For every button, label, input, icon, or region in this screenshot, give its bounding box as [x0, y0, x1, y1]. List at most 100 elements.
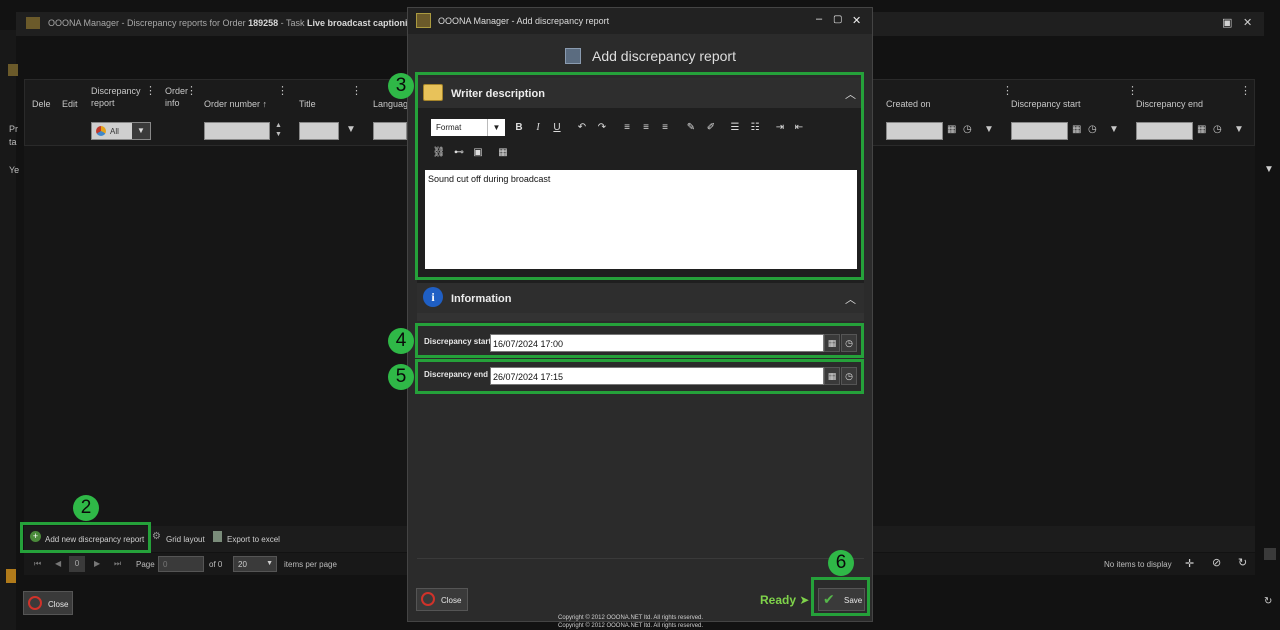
highlight-writer-description	[415, 72, 864, 280]
clock-icon[interactable]: ◷	[1213, 124, 1222, 135]
chevron-down-icon: ▼	[266, 560, 273, 567]
stepper-icon[interactable]: ▲ ▼	[275, 121, 282, 139]
column-menu-icon[interactable]: ⋮	[1240, 84, 1251, 97]
side-refresh-icon[interactable]: ↻	[1264, 596, 1272, 607]
minimize-icon[interactable]: –	[816, 13, 822, 25]
copyright-text: Copyright © 2012 OOONA.NET ltd. All righ…	[558, 614, 703, 630]
dialog-header: Add discrepancy report	[592, 48, 736, 64]
created-on-filter[interactable]	[886, 122, 943, 140]
column-title[interactable]: Title	[299, 98, 316, 110]
column-menu-icon[interactable]: ⋮	[277, 84, 288, 97]
language-filter[interactable]	[373, 122, 407, 140]
copyright-line: Copyright © 2012 OOONA.NET ltd. All righ…	[558, 623, 704, 629]
column-menu-icon[interactable]: ⋮	[1002, 84, 1013, 97]
bg-close-icon[interactable]: ✕	[1243, 16, 1252, 29]
current-page[interactable]: 0	[69, 556, 85, 572]
column-menu-icon[interactable]: ⋮	[186, 84, 197, 97]
pie-icon	[96, 126, 106, 136]
side-label: ta	[9, 137, 17, 147]
of-label: of 0	[209, 560, 223, 569]
ready-label: Ready ➤	[760, 593, 810, 607]
column-order-number[interactable]: Order number ↑	[204, 98, 267, 110]
filter-icon[interactable]: ▼	[1109, 124, 1119, 135]
section-divider	[417, 313, 864, 321]
dialog-close-label: Close	[441, 596, 462, 605]
step-badge-4: 4	[388, 328, 414, 354]
chevron-down-icon[interactable]: ▼	[132, 123, 150, 139]
highlight-add-report	[20, 522, 151, 553]
highlight-discrepancy-start	[415, 323, 864, 358]
app-logo-icon	[416, 13, 431, 28]
page-label: Page	[136, 560, 155, 569]
chevron-up-icon[interactable]: ︿	[845, 291, 856, 307]
calendar-icon[interactable]: ▦	[947, 124, 956, 135]
grid-layout-button[interactable]: Grid layout	[166, 535, 205, 544]
side-scroll-button[interactable]	[1264, 548, 1276, 560]
highlight-discrepancy-end	[415, 359, 864, 394]
information-body-border	[417, 393, 864, 559]
column-language[interactable]: Languag	[373, 98, 408, 110]
no-items-label: No items to display	[1104, 560, 1172, 569]
bg-maximize-icon[interactable]: ▣	[1222, 16, 1232, 29]
close-icon[interactable]: ✕	[852, 14, 861, 27]
step-badge-2: 2	[73, 495, 99, 521]
last-page-icon[interactable]: ⏭	[114, 559, 121, 569]
information-section-title: Information	[451, 293, 512, 305]
info-icon: i	[423, 287, 443, 307]
information-section-header[interactable]: i Information ︿	[417, 283, 864, 313]
order-number-filter[interactable]	[204, 122, 270, 140]
filter-icon[interactable]: ▼	[984, 124, 994, 135]
bg-close-button[interactable]: Close	[23, 591, 73, 615]
step-badge-6: 6	[828, 550, 854, 576]
calendar-icon[interactable]: ▦	[1197, 124, 1206, 135]
step-badge-3: 3	[388, 73, 414, 99]
column-menu-icon[interactable]: ⋮	[351, 84, 362, 97]
first-page-icon[interactable]: ⏮	[34, 559, 41, 569]
next-page-icon[interactable]: ▶	[94, 559, 100, 568]
discrepancy-end-filter[interactable]	[1136, 122, 1193, 140]
move-icon[interactable]: ✛	[1185, 557, 1194, 570]
side-app-icon	[8, 64, 18, 76]
no-entry-icon	[421, 592, 435, 606]
prev-page-icon[interactable]: ◀	[55, 559, 61, 568]
column-discrepancy-start[interactable]: Discrepancy start	[1011, 98, 1081, 110]
excel-icon	[213, 531, 222, 542]
column-discrepancy-report[interactable]: Discrepancy report	[91, 85, 146, 109]
discrepancy-start-filter[interactable]	[1011, 122, 1068, 140]
column-menu-icon[interactable]: ⋮	[1127, 84, 1138, 97]
copyright-line: Copyright © 2012 OOONA.NET ltd. All righ…	[558, 615, 704, 621]
refresh-icon[interactable]: ↻	[1238, 556, 1247, 569]
column-discrepancy-end[interactable]: Discrepancy end	[1136, 98, 1203, 110]
step-badge-5: 5	[388, 364, 414, 390]
report-filter-dropdown[interactable]: All ▼	[91, 122, 151, 140]
dialog-window-title: OOONA Manager - Add discrepancy report	[438, 16, 610, 26]
column-created-on[interactable]: Created on	[886, 98, 931, 110]
no-entry-icon	[28, 596, 42, 610]
clear-filter-icon[interactable]: ⊘	[1212, 556, 1221, 569]
per-page-value: 20	[238, 560, 247, 569]
left-strip	[0, 30, 16, 630]
column-menu-icon[interactable]: ⋮	[145, 84, 156, 97]
per-page-label: items per page	[284, 560, 337, 569]
side-label: Ye	[9, 165, 20, 175]
filter-icon[interactable]: ▼	[1234, 124, 1244, 135]
clock-icon[interactable]: ◷	[963, 124, 972, 135]
clock-icon[interactable]: ◷	[1088, 124, 1097, 135]
filter-icon[interactable]: ▼	[346, 124, 356, 135]
calendar-icon[interactable]: ▦	[1072, 124, 1081, 135]
title-filter[interactable]	[299, 122, 339, 140]
page-input[interactable]: 0	[158, 556, 204, 572]
maximize-icon[interactable]: ▢	[833, 14, 842, 25]
dialog-close-button[interactable]: Close	[416, 588, 468, 611]
app-logo-icon	[26, 17, 40, 29]
filter-all-label: All	[110, 127, 119, 136]
gear-icon: ⚙	[152, 531, 161, 542]
column-delete[interactable]: Dele	[32, 98, 51, 110]
bg-close-label: Close	[48, 600, 69, 609]
export-excel-button[interactable]: Export to excel	[227, 535, 280, 544]
column-edit[interactable]: Edit	[62, 98, 78, 110]
report-icon	[565, 48, 581, 64]
side-orange-tab[interactable]	[6, 569, 16, 583]
side-filter-icon[interactable]: ▼	[1264, 164, 1274, 175]
per-page-select[interactable]: 20 ▼	[233, 556, 277, 572]
